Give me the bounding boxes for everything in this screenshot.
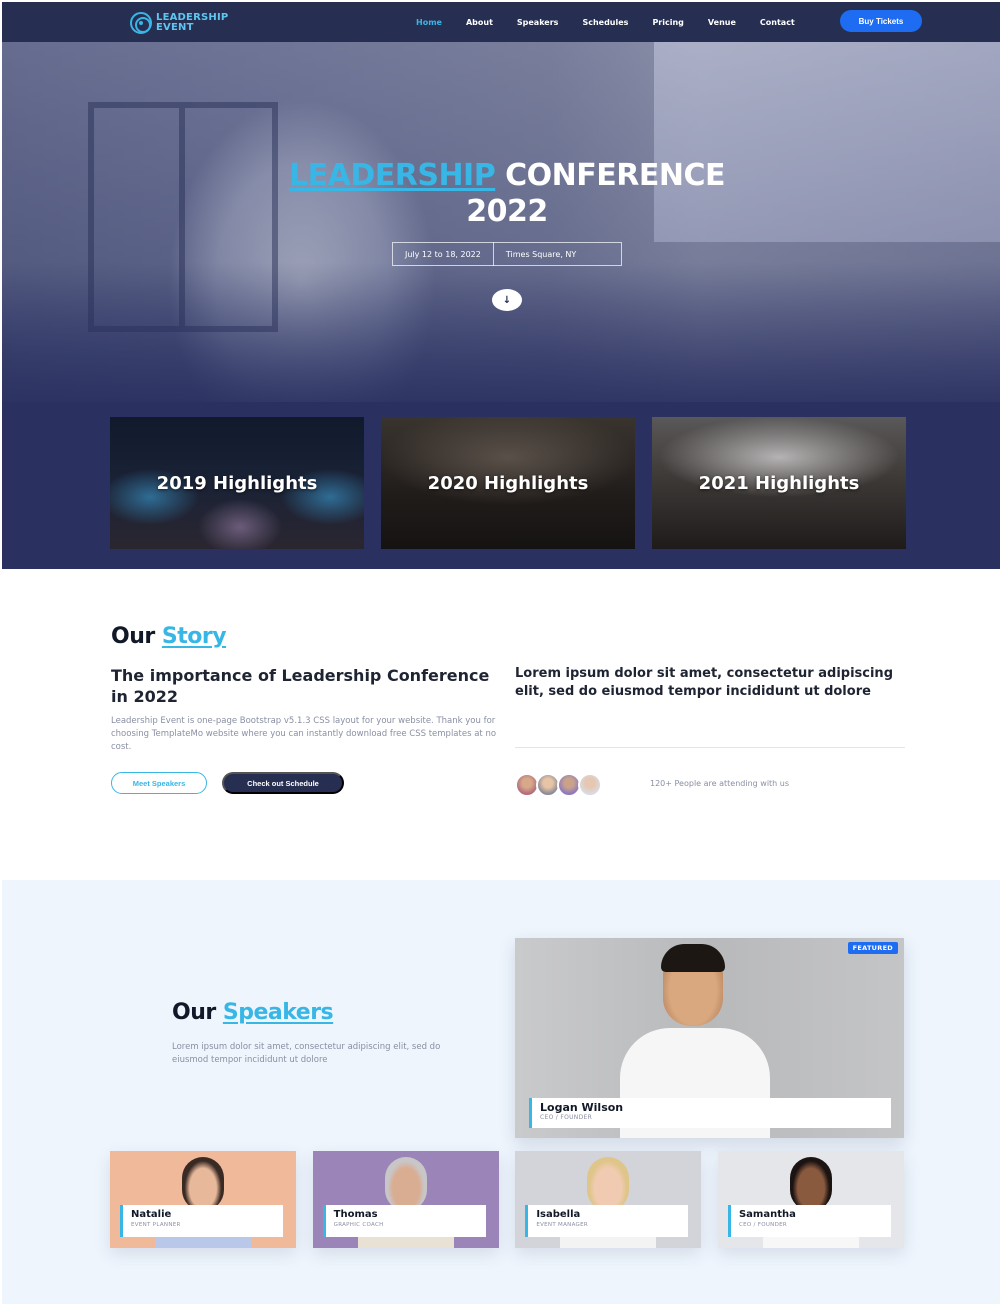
attendee-avatars xyxy=(515,773,602,797)
speaker-card-thomas[interactable]: Thomas GRAPHIC COACH xyxy=(312,1151,499,1248)
speaker-photo-face xyxy=(182,1157,224,1211)
highlights-row: 2019 Highlights 2020 Highlights 2021 Hig… xyxy=(110,417,906,549)
nav-link-pricing[interactable]: Pricing xyxy=(652,18,683,27)
highlight-card-2019[interactable]: 2019 Highlights xyxy=(110,417,364,549)
speaker-name: Thomas xyxy=(333,1209,378,1220)
brand-logo[interactable]: LEADERSHIP EVENT xyxy=(130,12,246,34)
nav-links: Home About Speakers Schedules Pricing Ve… xyxy=(416,2,819,42)
story-quote: Lorem ipsum dolor sit amet, consectetur … xyxy=(515,666,893,699)
hero-title-year: 2022 xyxy=(466,194,548,229)
event-meta-box: July 12 to 18, 2022 Times Square, NY xyxy=(392,242,622,266)
speaker-card-isabella[interactable]: Isabella EVENT MANAGER xyxy=(515,1151,702,1248)
speaker-info: Isabella EVENT MANAGER xyxy=(525,1205,689,1237)
attending-count: 120+ People are attending with us xyxy=(650,779,790,788)
story-title: Our Story xyxy=(111,624,227,649)
nav-link-home[interactable]: Home xyxy=(416,18,442,27)
speakers-title-plain: Our xyxy=(172,1000,216,1025)
speaker-info: Natalie EVENT PLANNER xyxy=(120,1205,283,1237)
speaker-role: CEO / FOUNDER xyxy=(540,1114,593,1121)
featured-speaker-info: Logan Wilson CEO / FOUNDER xyxy=(529,1098,891,1128)
speaker-role: EVENT PLANNER xyxy=(131,1222,181,1228)
story-description: Leadership Event is one-page Bootstrap v… xyxy=(111,716,497,752)
highlight-label: 2019 Highlights xyxy=(156,472,318,494)
highlight-card-2021[interactable]: 2021 Highlights xyxy=(652,417,906,549)
event-location: Times Square, NY xyxy=(505,249,577,259)
speaker-info: Thomas GRAPHIC COACH xyxy=(322,1205,486,1237)
speaker-photo-face xyxy=(384,1157,427,1211)
brand-name: LEADERSHIP EVENT xyxy=(156,12,229,33)
nav-link-speakers[interactable]: Speakers xyxy=(517,18,559,27)
hero-title-rest: CONFERENCE xyxy=(505,158,725,193)
highlight-label: 2021 Highlights xyxy=(698,472,860,494)
avatar xyxy=(578,773,602,797)
speaker-role: EVENT MANAGER xyxy=(536,1222,588,1228)
nav-link-venue[interactable]: Venue xyxy=(708,18,736,27)
speakers-title-accent: Speakers xyxy=(222,1000,334,1025)
speaker-photo-face xyxy=(587,1157,630,1211)
story-title-accent: Story xyxy=(161,624,227,649)
speaker-photo-face xyxy=(789,1157,832,1211)
featured-speaker-card[interactable]: FEATURED Logan Wilson CEO / FOUNDER xyxy=(515,938,904,1138)
target-logo-icon xyxy=(130,12,152,34)
story-title-plain: Our xyxy=(111,624,155,649)
nav-link-about[interactable]: About xyxy=(466,18,493,27)
meet-speakers-button[interactable]: Meet Speakers xyxy=(111,772,207,794)
hero-section: LEADERSHIP CONFERENCE 2022 July 12 to 18… xyxy=(2,42,1000,569)
speaker-card-natalie[interactable]: Natalie EVENT PLANNER xyxy=(110,1151,296,1248)
speaker-name: Samantha xyxy=(738,1209,796,1220)
hero-title-accent[interactable]: LEADERSHIP xyxy=(289,158,496,193)
arrow-down-icon[interactable]: ↓ xyxy=(492,289,522,311)
speakers-description: Lorem ipsum dolor sit amet, consectetur … xyxy=(172,1042,441,1065)
event-date: July 12 to 18, 2022 xyxy=(405,249,481,259)
nav-link-schedules[interactable]: Schedules xyxy=(582,18,628,27)
nav-link-contact[interactable]: Contact xyxy=(760,18,795,27)
speakers-title: Our Speakers xyxy=(172,1000,334,1025)
hero-title: LEADERSHIP CONFERENCE 2022 xyxy=(2,158,1000,230)
check-schedule-button[interactable]: Check out Schedule xyxy=(222,772,344,794)
speaker-card-samantha[interactable]: Samantha CEO / FOUNDER xyxy=(717,1151,904,1248)
highlight-card-2020[interactable]: 2020 Highlights xyxy=(381,417,635,549)
speaker-photo-hair xyxy=(661,944,725,972)
speaker-name: Isabella xyxy=(536,1209,581,1220)
speaker-role: CEO / FOUNDER xyxy=(738,1222,788,1228)
hero-gradient-overlay xyxy=(2,262,1000,422)
featured-badge: FEATURED xyxy=(847,942,898,954)
story-subtitle: The importance of Leadership Conference … xyxy=(111,666,490,706)
highlight-label: 2020 Highlights xyxy=(427,472,589,494)
buy-tickets-button[interactable]: Buy Tickets xyxy=(840,10,922,32)
speaker-role: GRAPHIC COACH xyxy=(333,1222,384,1228)
top-navbar: LEADERSHIP EVENT Home About Speakers Sch… xyxy=(2,2,1000,42)
speaker-name: Natalie xyxy=(131,1209,172,1220)
speakers-grid: Natalie EVENT PLANNER Thomas GRAPHIC COA… xyxy=(110,1151,904,1248)
speaker-name: Logan Wilson xyxy=(540,1101,624,1114)
speaker-info: Samantha CEO / FOUNDER xyxy=(727,1205,891,1237)
story-divider xyxy=(515,747,905,748)
